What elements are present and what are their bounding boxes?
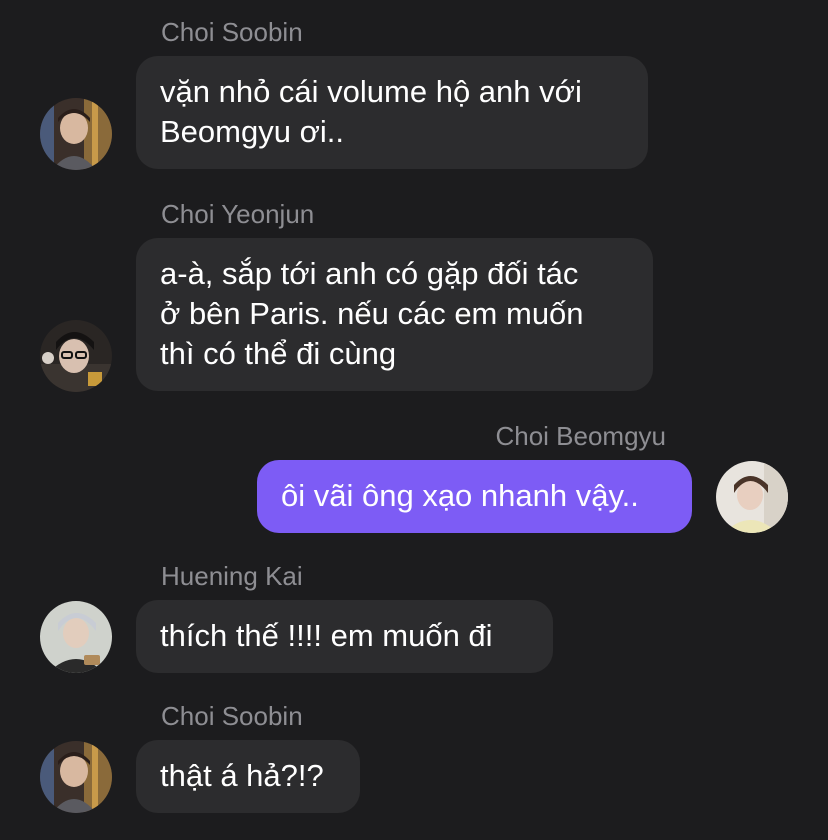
- message-text-line: thích thế !!!! em muốn đi: [160, 618, 493, 653]
- avatar-photo-hueningkai-icon: [40, 601, 112, 673]
- avatar-photo-yeonjun-icon: [40, 320, 112, 392]
- message-bubble[interactable]: thích thế !!!! em muốn đi: [136, 600, 553, 673]
- message-bubble[interactable]: vặn nhỏ cái volume hộ anh với Beomgyu ơi…: [136, 56, 648, 169]
- avatar-photo-soobin-icon: [40, 741, 112, 813]
- avatar-icon[interactable]: [716, 461, 788, 533]
- sender-name: Huening Kai: [161, 561, 303, 591]
- avatar-icon[interactable]: [40, 601, 112, 673]
- avatar-icon[interactable]: [40, 320, 112, 392]
- message-text-line: thật á hả?!?: [160, 758, 324, 793]
- avatar-icon[interactable]: [40, 741, 112, 813]
- avatar-icon[interactable]: [40, 98, 112, 170]
- sender-name: Choi Soobin: [161, 17, 303, 47]
- message-text-line: ôi vãi ông xạo nhanh vậy..: [281, 478, 639, 513]
- message-text-line: ở bên Paris. nếu các em muốn: [160, 296, 584, 331]
- avatar-photo-beomgyu-icon: [716, 461, 788, 533]
- message-text-line: Beomgyu ơi..: [160, 114, 345, 149]
- message-bubble[interactable]: thật á hả?!?: [136, 740, 360, 813]
- message-text-line: vặn nhỏ cái volume hộ anh với: [160, 74, 582, 109]
- message-text-line: a-à, sắp tới anh có gặp đối tác: [160, 256, 579, 291]
- avatar-photo-soobin-icon: [40, 98, 112, 170]
- message-bubble[interactable]: ôi vãi ông xạo nhanh vậy..: [257, 460, 692, 533]
- sender-name: Choi Beomgyu: [495, 421, 666, 451]
- message-text-line: thì có thể đi cùng: [160, 336, 397, 371]
- message-bubble[interactable]: a-à, sắp tới anh có gặp đối tác ở bên Pa…: [136, 238, 653, 391]
- sender-name: Choi Soobin: [161, 701, 303, 731]
- sender-name: Choi Yeonjun: [161, 199, 315, 229]
